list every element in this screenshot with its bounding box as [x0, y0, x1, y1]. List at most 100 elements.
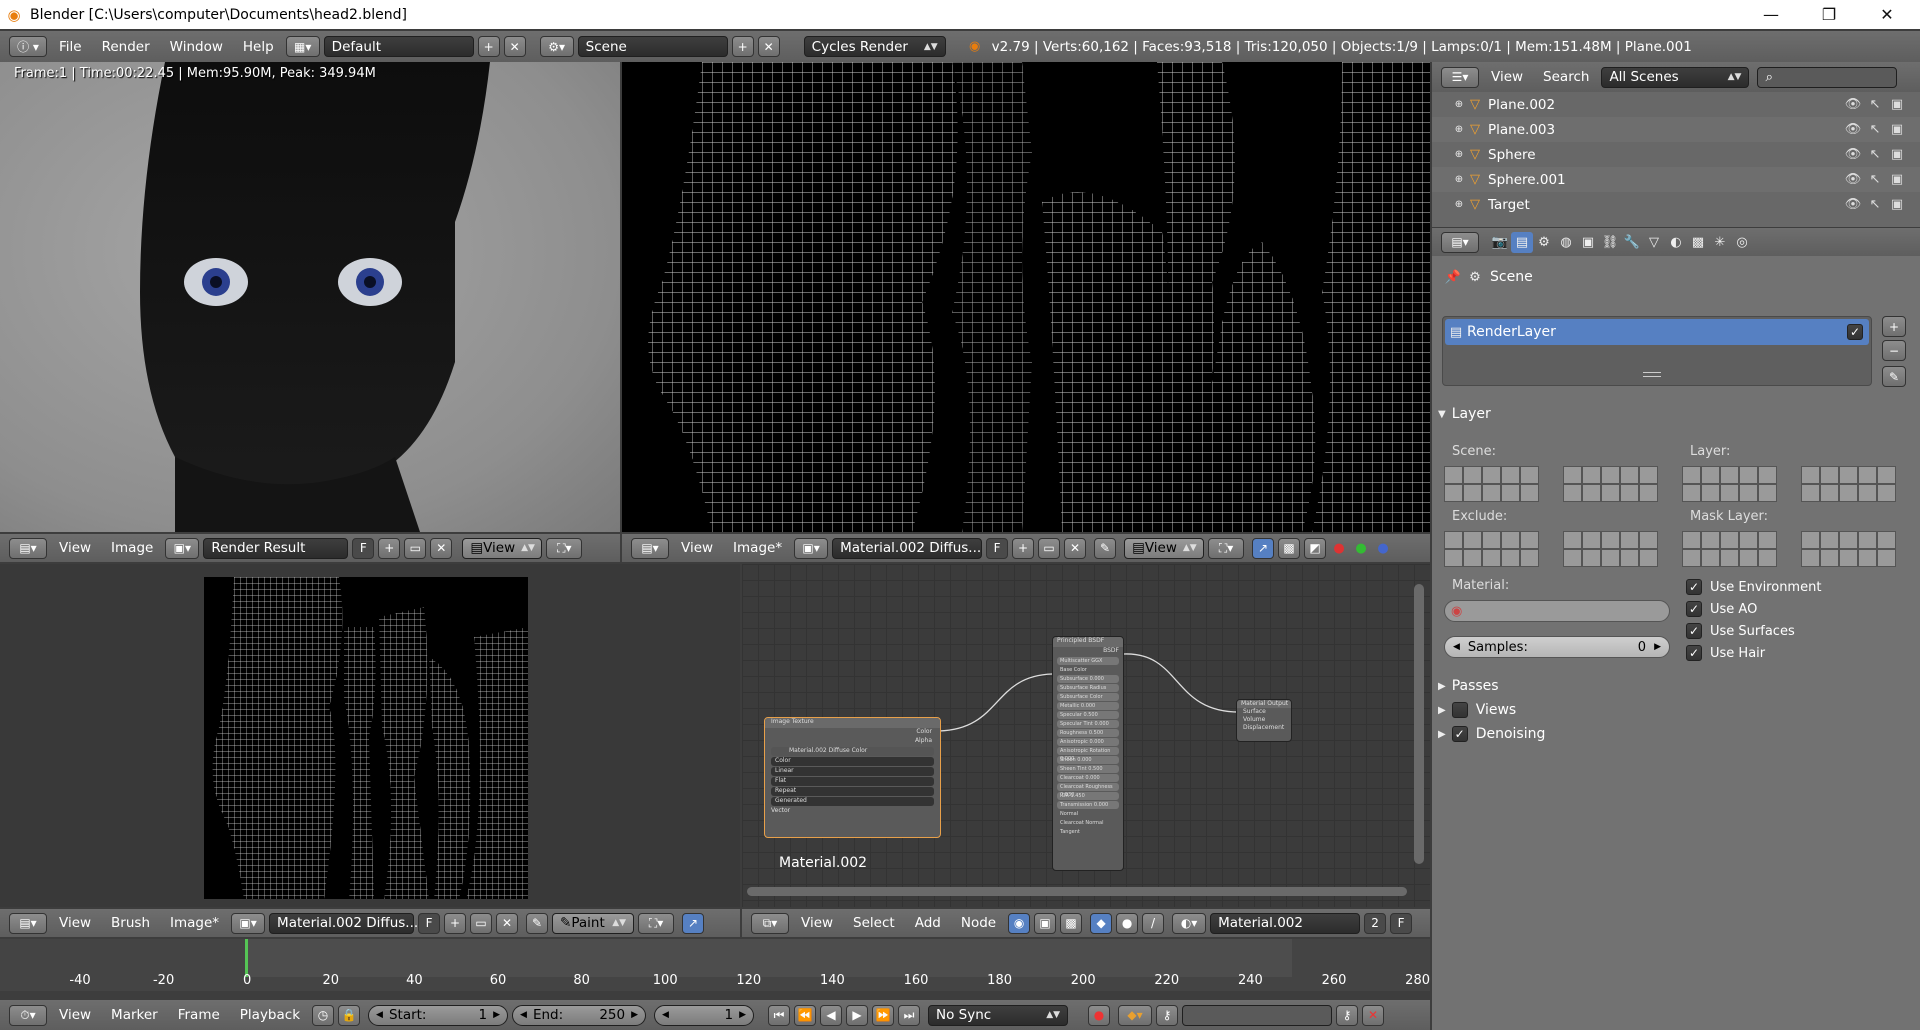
renderlayer-item[interactable]: ▤ RenderLayer ✓ [1445, 319, 1869, 345]
select-icon[interactable]: ↖ [1864, 119, 1886, 140]
uv-sync-icon[interactable]: ↗ [1252, 537, 1275, 559]
menu-help[interactable]: Help [233, 39, 284, 55]
texture-paint-viewport[interactable] [0, 564, 740, 907]
image-browse-icon[interactable]: ▣▾ [794, 537, 829, 559]
texture-nodes-icon[interactable]: ▩ [1060, 912, 1083, 934]
color-space-select[interactable]: Color [771, 757, 934, 766]
visibility-icon[interactable]: 👁 [1842, 94, 1864, 115]
green-channel-icon[interactable]: ● [1350, 538, 1372, 559]
menu-search[interactable]: Search [1533, 69, 1599, 85]
scene-icon[interactable]: ⚙▾ [539, 36, 574, 57]
end-increment-icon[interactable]: ▶ [631, 1010, 638, 1020]
editor-type-node-icon[interactable]: ⧉▾ [751, 912, 789, 934]
menu-file[interactable]: File [49, 39, 92, 55]
bsdf-input-row[interactable]: Anisotropic Rotation 0.000 [1057, 747, 1119, 762]
scene-layers-grid-row2[interactable] [1444, 484, 1539, 502]
add-renderlayer-icon[interactable]: + [1882, 316, 1906, 337]
samples-increment-icon[interactable]: ▶ [1654, 642, 1661, 652]
open-image-icon[interactable]: ▭ [470, 912, 493, 934]
node-vertical-scrollbar[interactable] [1414, 584, 1424, 864]
material-tab-icon[interactable]: ◐ [1665, 232, 1687, 253]
menu-window[interactable]: Window [160, 39, 233, 55]
expand-icon[interactable]: ⊕ [1452, 119, 1466, 140]
select-icon[interactable]: ↖ [1864, 194, 1886, 215]
render-icon[interactable]: ▣ [1886, 144, 1908, 165]
pin-renderlayer-icon[interactable]: ✎ [1882, 366, 1906, 387]
menu-brush[interactable]: Brush [101, 915, 160, 931]
new-image-icon[interactable]: + [1012, 537, 1035, 559]
keying-icon[interactable]: ◆▾ [1118, 1004, 1153, 1026]
image-texture-node[interactable]: Image Texture Color Alpha Material.002 D… [764, 717, 941, 838]
frame-decrement-icon[interactable]: ◀ [662, 1010, 669, 1020]
menu-view[interactable]: View [49, 1007, 101, 1023]
layer-layers-grid-2[interactable] [1801, 466, 1896, 484]
screen-layout-icon[interactable]: ▦▾ [285, 36, 320, 57]
screen-layout-select[interactable]: Default [323, 36, 474, 57]
scene-layers-grid-row2b[interactable] [1563, 484, 1658, 502]
outliner-item[interactable]: ⊕ ▽ Target 👁 ↖ ▣ [1432, 192, 1920, 217]
menu-frame[interactable]: Frame [168, 1007, 230, 1023]
node-editor-canvas[interactable]: Image Texture Color Alpha Material.002 D… [742, 564, 1430, 907]
select-icon[interactable]: ↖ [1864, 94, 1886, 115]
end-frame-field[interactable]: ◀ End: 250 ▶ [512, 1004, 647, 1026]
editor-type-properties-icon[interactable]: ▤▾ [1441, 231, 1479, 253]
menu-image[interactable]: Image* [723, 540, 792, 556]
maximize-button[interactable]: ❐ [1800, 0, 1858, 29]
expand-icon[interactable]: ⊕ [1452, 94, 1466, 115]
extension-select[interactable]: Repeat [771, 787, 934, 796]
list-resize-handle[interactable] [1643, 372, 1661, 377]
delete-keyframe-icon[interactable]: ✕ [1362, 1004, 1385, 1026]
bsdf-input-row[interactable]: Tangent [1057, 828, 1119, 836]
play-icon[interactable]: ▶ [846, 1004, 869, 1026]
editor-type-outliner-icon[interactable]: ☰▾ [1441, 66, 1479, 88]
bsdf-input-row[interactable]: Transmission 0.000 [1057, 801, 1119, 809]
current-frame-field[interactable]: ◀ 1 ▶ [654, 1004, 755, 1026]
pin-icon[interactable]: ✎ [526, 912, 549, 934]
use-hair-checkbox[interactable]: ✓ [1686, 645, 1702, 661]
view-mode-select[interactable]: ▤ View ▲▼ [1124, 537, 1205, 559]
menu-view[interactable]: View [1481, 69, 1533, 85]
pin-icon[interactable]: ✎ [1094, 537, 1117, 559]
render-icon[interactable]: ▣ [1886, 194, 1908, 215]
world-tab-icon[interactable]: ◍ [1555, 232, 1577, 253]
scene-layers-grid-2[interactable] [1563, 466, 1658, 484]
layer-layers-grid[interactable] [1682, 466, 1777, 484]
menu-marker[interactable]: Marker [101, 1007, 168, 1023]
bsdf-input-row[interactable]: Specular 0.500 [1057, 711, 1119, 719]
unlink-image-icon[interactable]: ✕ [1064, 537, 1087, 559]
select-icon[interactable]: ↖ [1864, 169, 1886, 190]
material-users-count[interactable]: 2 [1364, 912, 1387, 934]
lock-range-icon[interactable]: 🔒 [338, 1004, 361, 1026]
bsdf-input-row[interactable]: Subsurface Color [1057, 693, 1119, 701]
layer-layers-grid-row2b[interactable] [1801, 484, 1896, 502]
object-tab-icon[interactable]: ▣ [1577, 232, 1599, 253]
outliner-search-input[interactable]: ⌕ [1757, 66, 1898, 88]
shader-nodes-icon[interactable]: ◉ [1008, 912, 1031, 934]
jump-keyframe-forward-icon[interactable]: ⏩ [872, 1004, 895, 1026]
use-surfaces-checkbox[interactable]: ✓ [1686, 623, 1702, 639]
image-browse-icon[interactable]: ▣▾ [231, 912, 266, 934]
jump-start-icon[interactable]: ⏮ [768, 1004, 791, 1026]
menu-image[interactable]: Image* [160, 915, 229, 931]
jump-end-icon[interactable]: ⏭ [898, 1004, 921, 1026]
expand-icon[interactable]: ⊕ [1452, 144, 1466, 165]
views-checkbox[interactable] [1451, 702, 1468, 718]
bsdf-input-row[interactable]: IOR 1.450 [1057, 792, 1119, 800]
select-icon[interactable]: ↖ [1864, 144, 1886, 165]
bsdf-input-row[interactable]: Clearcoat Roughness 0.030 [1057, 783, 1119, 798]
record-icon[interactable]: ● [1088, 1004, 1111, 1026]
scene-layers-grid[interactable] [1444, 466, 1539, 484]
zoom-icon[interactable]: ⛶▾ [638, 912, 675, 934]
constraints-tab-icon[interactable]: ⛓ [1599, 232, 1621, 253]
render-layers-tab-icon[interactable]: ▤ [1511, 231, 1533, 253]
expand-icon[interactable]: ⊕ [1452, 194, 1466, 215]
image-browse-icon[interactable]: ▣▾ [165, 537, 200, 559]
material-browse-icon[interactable]: ◐▾ [1172, 912, 1207, 934]
image-file-field[interactable]: Material.002 Diffuse Color [771, 747, 934, 756]
minimize-button[interactable]: — [1742, 0, 1800, 29]
render-engine-select[interactable]: Cycles Render ▲▼ [803, 36, 946, 57]
jump-keyframe-back-icon[interactable]: ⏪ [794, 1004, 817, 1026]
exclude-grid-2[interactable] [1563, 531, 1658, 549]
expand-icon[interactable]: ⊕ [1452, 169, 1466, 190]
node-horizontal-scrollbar[interactable] [747, 887, 1407, 896]
